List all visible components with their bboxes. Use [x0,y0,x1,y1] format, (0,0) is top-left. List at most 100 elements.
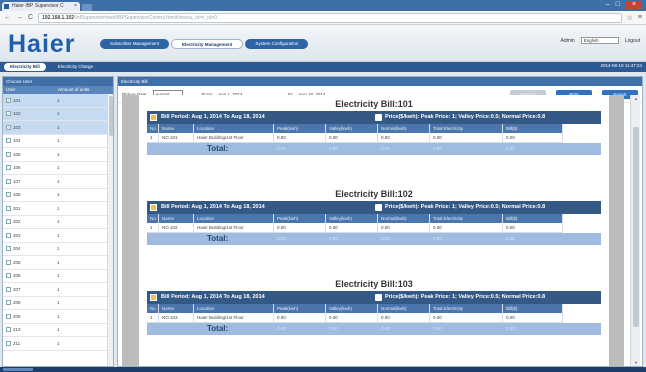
user-checkbox[interactable] [6,246,11,252]
user-checkbox[interactable] [6,313,11,319]
user-row[interactable]: 209 1 [3,310,113,324]
total-cell: 0.00 [381,326,390,331]
user-units-cell: 1 [57,219,60,225]
favicon-icon [4,4,9,9]
user-row[interactable]: ✓ 101 1 [3,94,113,108]
bill-cell: 0.00 [274,223,326,233]
total-cell: 0.00 [381,146,390,151]
user-checkbox[interactable] [6,300,11,306]
user-row[interactable]: 204 1 [3,243,113,256]
bill-cell: NO.102 [159,223,194,233]
user-panel: Choose User User Amount of units ✓ 101 1 ✓ 1… [2,76,114,367]
forward-icon[interactable]: → [16,14,23,21]
user-row[interactable]: ✓ 102 1 [3,107,113,121]
user-checkbox[interactable] [6,205,11,211]
bill-section: Electricity Bill:102 Bill Period: Aug 1, … [147,187,601,245]
bill-cell: 0.00 [378,133,430,143]
col-units[interactable]: Amount of units [58,86,89,94]
user-checkbox[interactable] [6,273,11,279]
star-icon[interactable]: ☆ [627,14,633,22]
total-cell: 0.00 [433,326,442,331]
total-cell: 0.00 [329,146,338,151]
browser-tab[interactable]: Haier IBP Supervisor C × [2,2,80,11]
tab-electricity-charge[interactable]: Electricity Charge [52,63,99,71]
user-row[interactable]: 202 1 [3,216,113,229]
user-row[interactable]: 205 1 [3,256,113,270]
bill-col-header: Location [194,124,274,133]
user-checkbox[interactable] [6,138,11,144]
close-window-icon[interactable]: × [626,1,642,9]
user-checkbox[interactable] [6,165,11,171]
user-row[interactable]: ✓ 103 1 [3,121,113,135]
bill-price: Price($/kwh): Peak Price: 1; Valley Pric… [385,294,546,300]
bill-cell: Haier Building/1st Floor [194,313,274,323]
user-row[interactable]: 206 1 [3,270,113,283]
minimize-icon[interactable]: – [606,1,610,9]
nav-system-configuration[interactable]: System Configuration [245,39,309,49]
user-row[interactable]: 203 1 [3,229,113,243]
current-datetime: 2014-08-18 11:47:24 [600,63,642,68]
user-row[interactable]: 105 1 [3,148,113,162]
user-units-cell: 1 [57,327,60,333]
scroll-down-icon[interactable]: ▼ [634,360,638,365]
logout-link[interactable]: Logout [625,38,640,44]
new-tab-button[interactable] [82,4,92,11]
user-checkbox[interactable] [6,151,11,157]
user-name-cell: 105 [13,151,21,157]
user-units-cell: 1 [57,313,60,319]
bill-col-header: Peak(kwh) [274,124,326,133]
user-checkbox[interactable] [6,192,11,198]
content-area: Choose User User Amount of units ✓ 101 1 ✓ 1… [0,74,646,367]
report-scroll-thumb[interactable] [633,127,639,327]
user-name-cell: 208 [13,300,21,306]
user-checkbox[interactable] [6,178,11,184]
bill-cell: NO.103 [159,313,194,323]
user-row[interactable]: 108 1 [3,189,113,202]
close-tab-icon[interactable]: × [74,2,77,11]
url-field[interactable]: 192.168.1.102/InfSupervisor/web/IBPSuper… [38,12,622,23]
user-row[interactable]: 211 1 [3,337,113,351]
user-checkbox[interactable]: ✓ [6,111,11,117]
user-checkbox[interactable]: ✓ [6,97,11,103]
bill-col-header: Normal(kwh) [378,124,430,133]
nav-subscriber-management[interactable]: Subscriber Management [100,39,170,49]
bill-period-band: Bill Period: Aug 1, 2014 To Aug 18, 2014… [147,201,601,214]
language-select[interactable]: English [580,37,619,44]
user-units-cell: 1 [57,246,60,252]
user-checkbox[interactable] [6,286,11,292]
bill-period: Bill Period: Aug 1, 2014 To Aug 18, 2014 [161,204,265,210]
bill-table: No. Name Location Peak(kwh) Valley(kwh) Norma… [147,304,601,323]
scroll-thumb[interactable] [109,96,113,136]
user-list-scrollbar[interactable] [107,94,113,366]
bill-col-header: No. [147,304,159,313]
user-row[interactable]: 106 1 [3,162,113,175]
scroll-up-icon[interactable]: ▲ [634,96,638,101]
reload-icon[interactable]: C [28,14,33,21]
col-user[interactable]: User [6,86,58,94]
nav-electricity-management[interactable]: Electricity Management [171,39,244,49]
taskbar-item[interactable] [3,368,33,371]
bill-col-header: Name [159,214,194,223]
tab-electricity-bill[interactable]: Electricity Bill [4,63,46,71]
bill-col-header: No. [147,124,159,133]
user-row[interactable]: 104 1 [3,135,113,148]
user-checkbox[interactable]: ✓ [6,124,11,130]
bill-cell: 0.00 [326,313,378,323]
user-checkbox[interactable] [6,340,11,346]
user-row[interactable]: 201 1 [3,202,113,216]
user-row[interactable]: 107 1 [3,175,113,189]
menu-icon[interactable]: ≡ [638,14,642,21]
user-row[interactable]: 207 1 [3,283,113,297]
bill-cell: NO.101 [159,133,194,143]
user-row[interactable]: 210 1 [3,324,113,337]
user-checkbox[interactable] [6,327,11,333]
maximize-icon[interactable]: □ [616,1,620,9]
user-checkbox[interactable] [6,219,11,225]
bill-period: Bill Period: Aug 1, 2014 To Aug 18, 2014 [161,114,265,120]
back-icon[interactable]: ← [4,14,11,21]
user-row[interactable]: 208 1 [3,297,113,310]
user-checkbox[interactable] [6,259,11,265]
bill-total-row: Total: 0.00 0.00 0.00 0.00 0.00 [147,233,601,245]
user-checkbox[interactable] [6,232,11,238]
report-scrollbar[interactable]: ▲ ▼ [630,95,640,366]
